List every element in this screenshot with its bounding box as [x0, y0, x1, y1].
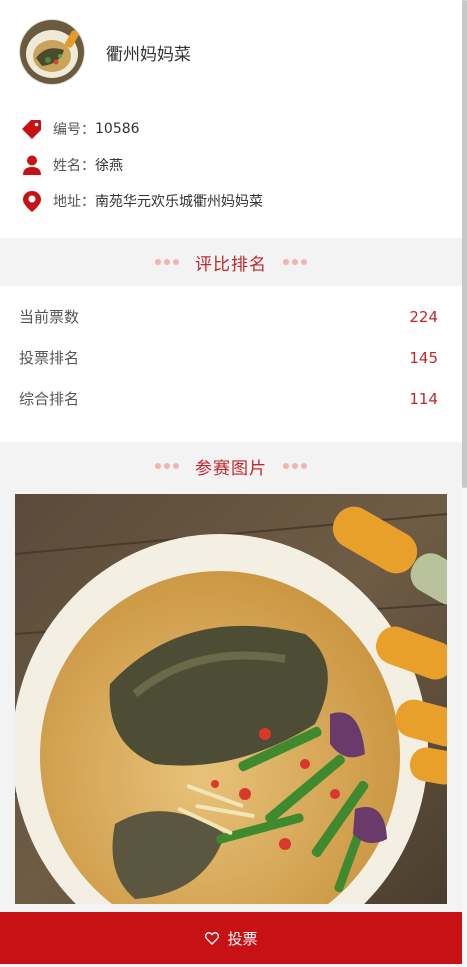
contestant-detail-page: 衢州妈妈菜 编号： 10586 姓名： 徐燕 地址： 南苑华元欢乐城衢州妈妈菜 [0, 0, 462, 967]
info-row-address: 地址： 南苑华元欢乐城衢州妈妈菜 [20, 188, 263, 214]
right-dots-decoration [283, 463, 307, 469]
ranking-label: 投票排名 [19, 349, 80, 367]
address-label: 地址： [53, 194, 95, 210]
scrollbar-track[interactable] [462, 0, 467, 967]
contest-dish-photo[interactable] [15, 494, 447, 904]
photo-section-title: 参赛图片 [195, 458, 267, 479]
profile-card: 衢州妈妈菜 编号： 10586 姓名： 徐燕 地址： 南苑华元欢乐城衢州妈妈菜 [0, 0, 462, 238]
avatar-dish-image [20, 20, 84, 84]
ranking-row-vote-rank: 投票排名 145 [0, 337, 462, 378]
user-icon [23, 155, 41, 175]
name-label: 姓名： [53, 158, 95, 174]
shop-name: 衢州妈妈菜 [106, 45, 191, 65]
tag-icon [22, 120, 41, 139]
number-value: 10586 [95, 121, 140, 137]
ranking-section-title: 评比排名 [195, 254, 267, 275]
info-row-number: 编号： 10586 [20, 116, 140, 142]
ranking-value: 224 [409, 307, 438, 326]
contest-photo-container [0, 490, 462, 904]
vote-button-label: 投票 [227, 929, 258, 948]
name-value: 徐燕 [95, 158, 123, 174]
ranking-value: 114 [409, 389, 438, 408]
left-dots-decoration [155, 463, 179, 469]
ranking-section-header: 评比排名 [0, 238, 462, 286]
right-dots-decoration [283, 259, 307, 265]
address-value: 南苑华元欢乐城衢州妈妈菜 [95, 194, 263, 210]
ranking-list: 当前票数 224 投票排名 145 综合排名 114 [0, 286, 462, 442]
number-label: 编号： [53, 122, 95, 138]
photo-section-header: 参赛图片 [0, 442, 462, 490]
avatar [19, 19, 85, 85]
ranking-label: 当前票数 [19, 308, 80, 326]
heart-icon [205, 932, 220, 945]
location-pin-icon [23, 191, 41, 212]
ranking-row-current-votes: 当前票数 224 [0, 296, 462, 337]
info-row-name: 姓名： 徐燕 [20, 152, 123, 178]
left-dots-decoration [155, 259, 179, 265]
ranking-row-overall-rank: 综合排名 114 [0, 378, 462, 419]
scrollbar-thumb[interactable] [462, 0, 467, 488]
ranking-label: 综合排名 [19, 390, 80, 408]
vote-button[interactable]: 投票 [0, 912, 462, 964]
ranking-value: 145 [409, 348, 438, 367]
